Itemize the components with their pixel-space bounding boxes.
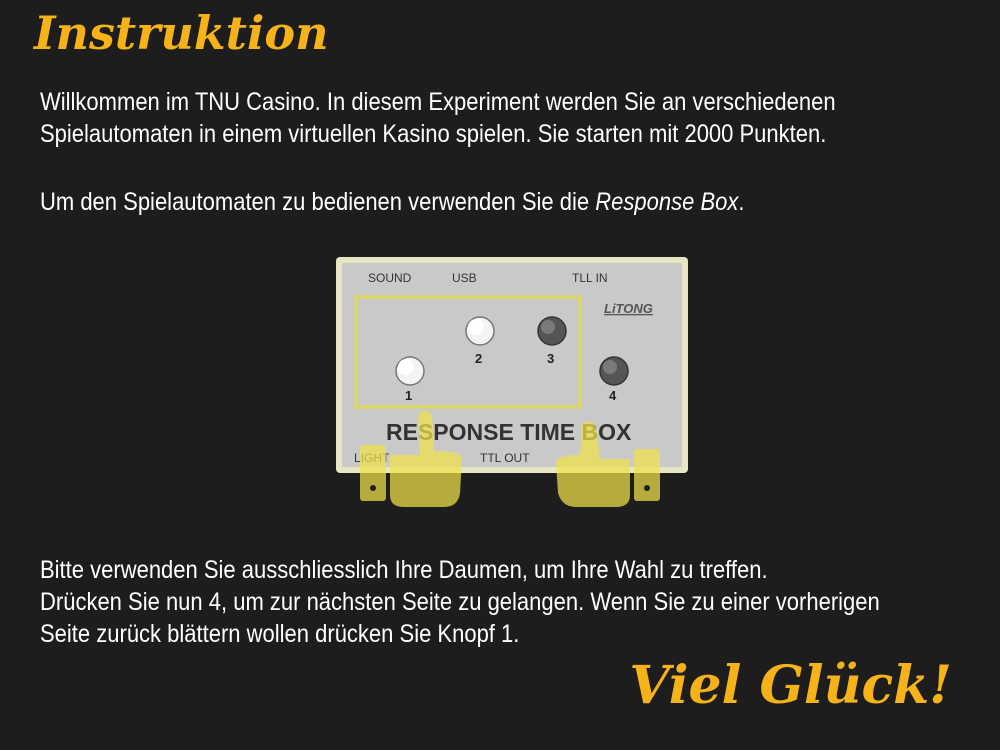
button-2-highlight bbox=[468, 319, 484, 335]
instruction-line-3: Seite zurück blättern wollen drücken Sie… bbox=[40, 620, 520, 648]
button-2-number: 2 bbox=[475, 351, 482, 366]
ttl-out-label: TTL OUT bbox=[480, 451, 530, 465]
response-box-image: SOUND USB TLL IN LiTONG 2 3 1 4 RESPONSE… bbox=[336, 257, 688, 507]
brand-logo: LiTONG bbox=[604, 301, 653, 316]
response-box-illustration: SOUND USB TLL IN LiTONG 2 3 1 4 RESPONSE… bbox=[334, 255, 694, 515]
button-4-highlight bbox=[603, 360, 617, 374]
intro-paragraph: Willkommen im TNU Casino. In diesem Expe… bbox=[40, 86, 836, 150]
button-4-number: 4 bbox=[609, 388, 617, 403]
button-3-number: 3 bbox=[547, 351, 554, 366]
good-luck-text: Viel Glück! bbox=[629, 655, 952, 716]
button-1-number: 1 bbox=[405, 388, 412, 403]
page-title: Instruktion bbox=[34, 6, 329, 60]
sound-label: SOUND bbox=[368, 271, 412, 285]
usb-label: USB bbox=[452, 271, 477, 285]
instruction-line-1: Bitte verwenden Sie ausschliesslich Ihre… bbox=[40, 556, 768, 584]
instruction-line-2: Drücken Sie nun 4, um zur nächsten Seite… bbox=[40, 588, 880, 616]
usage-suffix: . bbox=[738, 188, 745, 216]
ttl-in-label: TLL IN bbox=[572, 271, 608, 285]
intro-line-2: Spielautomaten in einem virtuellen Kasin… bbox=[40, 120, 827, 148]
device-name: Response Box bbox=[595, 188, 739, 216]
intro-line-1: Willkommen im TNU Casino. In diesem Expe… bbox=[40, 88, 836, 116]
usage-prefix: Um den Spielautomaten zu bedienen verwen… bbox=[40, 188, 596, 216]
usage-paragraph: Um den Spielautomaten zu bedienen verwen… bbox=[40, 186, 744, 218]
button-3-highlight bbox=[541, 320, 555, 334]
button-1-highlight bbox=[398, 359, 414, 375]
instructions-paragraph: Bitte verwenden Sie ausschliesslich Ihre… bbox=[40, 554, 880, 650]
